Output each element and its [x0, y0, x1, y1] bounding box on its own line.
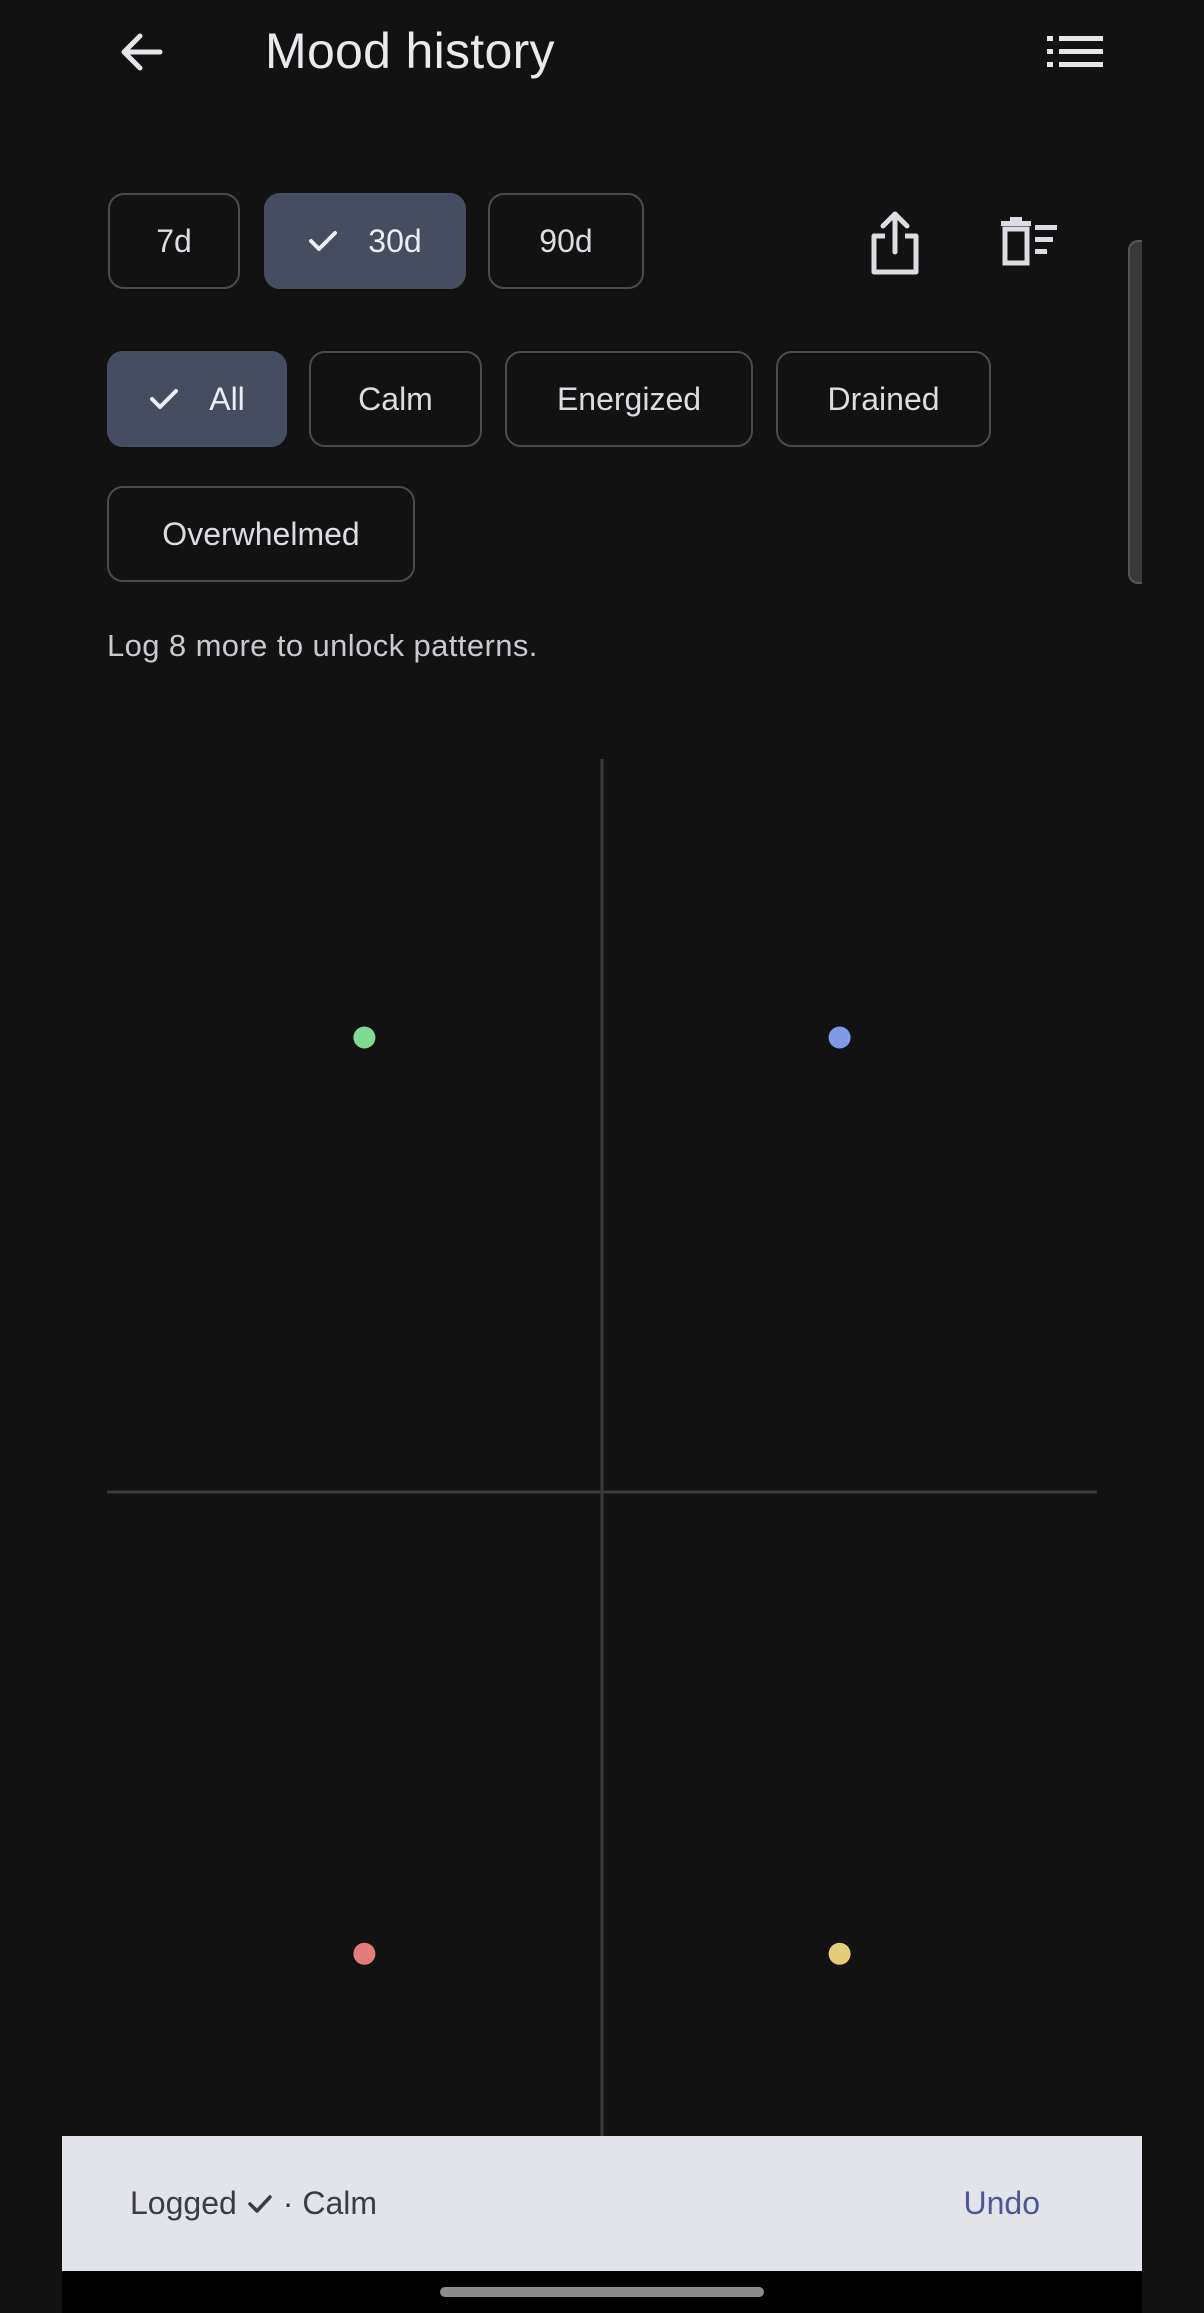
mood-chip-drained[interactable]: Drained — [776, 351, 991, 447]
snackbar-message: Logged · Calm — [130, 2185, 377, 2222]
share-button[interactable] — [860, 205, 930, 281]
check-icon — [248, 2194, 272, 2213]
mood-chip-overwhelmed[interactable]: Overwhelmed — [107, 486, 415, 582]
mood-chip-calm[interactable]: Calm — [309, 351, 482, 447]
snackbar-suffix: · Calm — [282, 2185, 377, 2221]
mood-point-1[interactable] — [353, 1026, 376, 1049]
mood-chip-label: Energized — [556, 380, 702, 417]
range-chip-label: 7d — [156, 222, 192, 259]
range-chip-7d[interactable]: 7d — [108, 193, 240, 289]
mood-chip-label: Calm — [358, 380, 433, 417]
mood-chip-all[interactable]: All — [107, 351, 287, 447]
app-bar: Mood history — [0, 0, 1204, 100]
home-handle[interactable] — [440, 2287, 764, 2297]
share-icon — [871, 211, 919, 275]
unlock-hint: Log 8 more to unlock patterns. — [107, 628, 538, 663]
list-view-button[interactable] — [1040, 20, 1110, 84]
page-title: Mood history — [265, 23, 555, 79]
snackbar: Logged · Calm Undo — [62, 2136, 1142, 2271]
mood-chip-energized[interactable]: Energized — [505, 351, 753, 447]
mood-point-3[interactable] — [353, 1942, 376, 1965]
mood-scatter-plot — [107, 759, 1097, 2136]
clear-history-button[interactable] — [996, 210, 1062, 274]
range-chip-90d[interactable]: 90d — [488, 193, 644, 289]
range-chip-label: 30d — [368, 222, 422, 259]
check-icon — [308, 229, 338, 253]
snackbar-prefix: Logged — [130, 2185, 237, 2221]
mood-chip-label: Overwhelmed — [162, 515, 360, 552]
back-button[interactable] — [110, 20, 174, 84]
mood-chip-label: All — [209, 380, 245, 417]
list-icon — [1047, 36, 1103, 67]
mood-point-2[interactable] — [828, 1026, 851, 1049]
scrollbar-thumb[interactable] — [1128, 240, 1142, 584]
mood-chip-label: Drained — [827, 380, 940, 417]
mood-point-4[interactable] — [828, 1942, 851, 1965]
range-chip-label: 90d — [539, 222, 593, 259]
delete-sweep-icon — [1001, 217, 1057, 266]
check-icon — [149, 387, 179, 411]
undo-button[interactable]: Undo — [964, 2185, 1041, 2222]
range-chip-30d[interactable]: 30d — [264, 193, 466, 289]
arrow-left-icon — [121, 33, 163, 71]
